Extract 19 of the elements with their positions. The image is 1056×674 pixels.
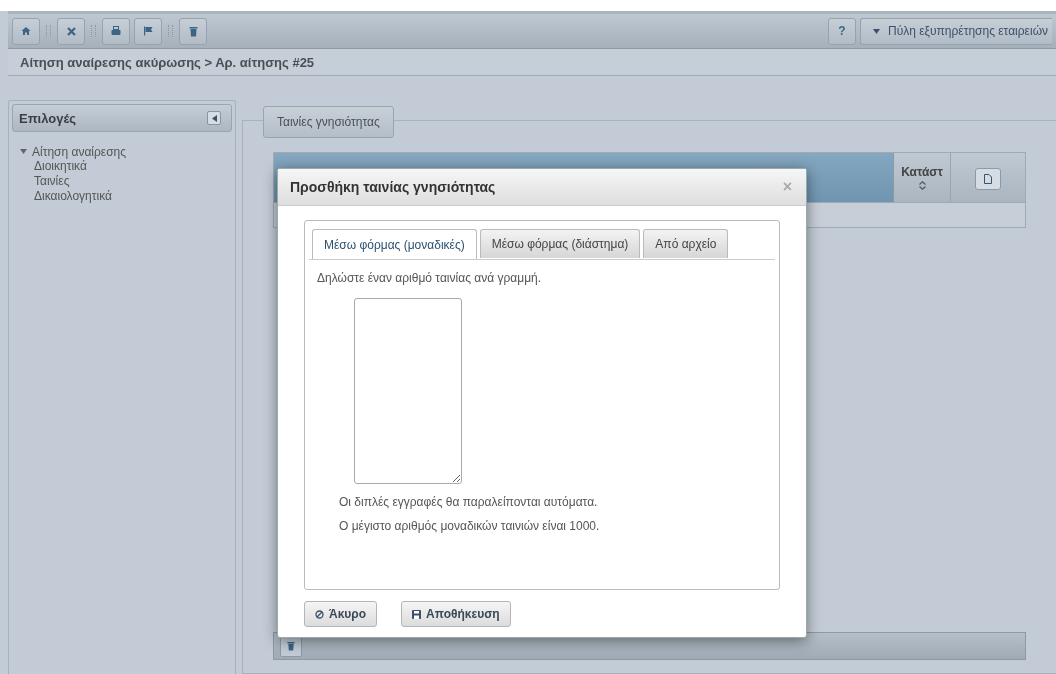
tab[interactable]: Από αρχείο (643, 229, 729, 258)
portal-menu[interactable]: Πύλη εξυπηρέτησης εταιρειών (860, 17, 1052, 45)
dialog-title: Προσθήκη ταινίας γνησιότητας (290, 179, 496, 195)
tree-item[interactable]: Διοικητικά (20, 159, 232, 174)
note-text: Ο μέγιστο αριθμός μοναδικών ταινιών είναι 1000. (339, 519, 601, 533)
tab[interactable]: Μέσω φόρμας (διάστημα) (479, 229, 641, 258)
column-header[interactable]: Κατάστ (894, 153, 951, 202)
tree-item-label: Αίτηση αναίρεσης (32, 144, 127, 159)
tab[interactable]: Μέσω φόρμας (μοναδικές) (312, 229, 477, 260)
help-button[interactable]: ? (828, 17, 856, 45)
tree-item[interactable]: Δικαιολογητικά (20, 189, 232, 204)
save-button[interactable]: Αποθήκευση (401, 601, 511, 627)
tree-item[interactable]: Αίτηση αναίρεσης (20, 144, 232, 159)
instruction-text: Δηλώστε έναν αριθμό ταινίας ανά γραμμή. (317, 271, 543, 285)
note-text: Οι διπλές εγγραφές θα παραλείπονται αυτόματα. (339, 495, 599, 509)
cancel-button[interactable]: Άκυρο (304, 601, 378, 627)
sidebar-title: Επιλογές (19, 110, 77, 126)
panel-tab[interactable]: Ταινίες γνησιότητας (263, 106, 394, 138)
tree-item[interactable]: Ταινίες (20, 174, 232, 189)
